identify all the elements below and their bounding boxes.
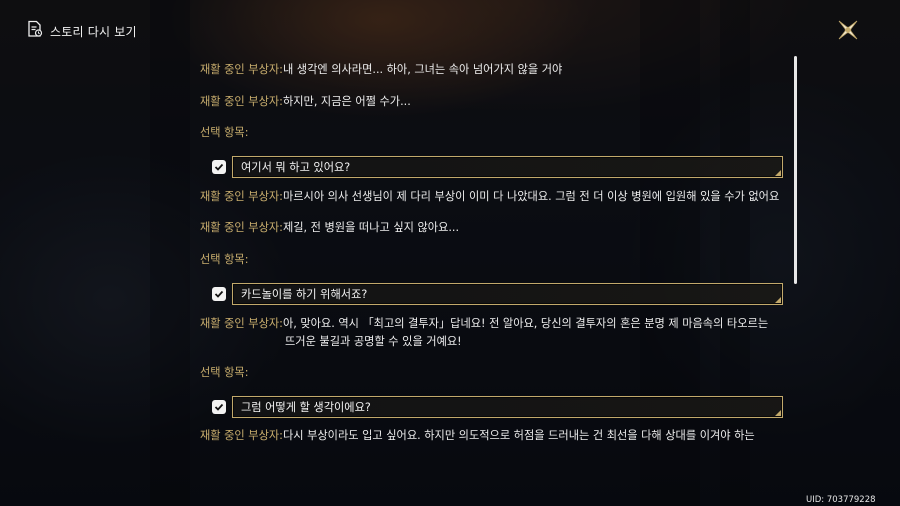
checkmark-icon bbox=[214, 403, 224, 411]
scrollbar[interactable] bbox=[794, 56, 797, 284]
corner-accent bbox=[775, 170, 781, 176]
choice-box[interactable]: 그럼 어떻게 할 생각이에요? bbox=[232, 396, 783, 418]
dialogue-text: 아, 맞아요. 역시 「최고의 결투자」답네요! 전 알아요, 당신의 결투자의… bbox=[282, 317, 769, 330]
close-x-icon bbox=[838, 20, 858, 40]
corner-accent bbox=[775, 297, 781, 303]
checkmark-icon bbox=[214, 290, 224, 298]
speaker-name: 재활 중인 부상자: bbox=[200, 63, 283, 76]
speaker-name: 재활 중인 부상자: bbox=[200, 221, 283, 234]
choice-label: 선택 항목: bbox=[200, 253, 249, 266]
story-log[interactable]: 재활 중인 부상자:내 생각엔 의사라면... 하아, 그녀는 속아 넘어가지 … bbox=[200, 56, 790, 448]
page-title: 스토리 다시 보기 bbox=[50, 24, 137, 39]
dialogue-text: 마르시아 의사 선생님이 제 다리 부상이 이미 다 나았대요. 그럼 전 더 … bbox=[282, 190, 780, 203]
checkbox[interactable] bbox=[212, 160, 226, 174]
dialogue-text: 내 생각엔 의사라면... 하아, 그녀는 속아 넘어가지 않을 거야 bbox=[282, 63, 563, 76]
corner-accent bbox=[775, 410, 781, 416]
dialogue-text: 제길, 전 병원을 떠나고 싶지 않아요... bbox=[282, 221, 460, 234]
choice-text: 카드놀이를 하기 위해서죠? bbox=[241, 288, 368, 301]
choice-item[interactable]: 그럼 어떻게 할 생각이에요? bbox=[212, 396, 783, 418]
checkmark-icon bbox=[214, 163, 224, 171]
speaker-name: 재활 중인 부상자: bbox=[200, 95, 283, 108]
close-button[interactable] bbox=[834, 16, 862, 44]
choice-item[interactable]: 카드놀이를 하기 위해서죠? bbox=[212, 283, 783, 305]
dialogue-line: 재활 중인 부상자:내 생각엔 의사라면... 하아, 그녀는 속아 넘어가지 … bbox=[200, 61, 562, 79]
document-icon bbox=[26, 20, 44, 42]
panel-header: 스토리 다시 보기 bbox=[26, 20, 137, 42]
choice-label: 선택 항목: bbox=[200, 366, 249, 379]
choice-box[interactable]: 카드놀이를 하기 위해서죠? bbox=[232, 283, 783, 305]
dialogue-text: 하지만, 지금은 어쩔 수가... bbox=[282, 95, 411, 108]
dialogue-line: 재활 중인 부상자:마르시아 의사 선생님이 제 다리 부상이 이미 다 나았대… bbox=[200, 188, 779, 206]
choice-text: 그럼 어떻게 할 생각이에요? bbox=[241, 401, 371, 414]
choice-item[interactable]: 여기서 뭐 하고 있어요? bbox=[212, 156, 783, 178]
dialogue-line: 재활 중인 부상자:아, 맞아요. 역시 「최고의 결투자」답네요! 전 알아요… bbox=[200, 315, 768, 351]
dialogue-text: 다시 부상이라도 입고 싶어요. 하지만 의도적으로 허점을 드러내는 건 최선… bbox=[282, 429, 755, 442]
choice-label: 선택 항목: bbox=[200, 126, 249, 139]
dialogue-line: 재활 중인 부상자:하지만, 지금은 어쩔 수가... bbox=[200, 93, 411, 111]
speaker-name: 재활 중인 부상자: bbox=[200, 190, 283, 203]
speaker-name: 재활 중인 부상자: bbox=[200, 429, 283, 442]
choice-box[interactable]: 여기서 뭐 하고 있어요? bbox=[232, 156, 783, 178]
choice-text: 여기서 뭐 하고 있어요? bbox=[241, 161, 351, 174]
dialogue-line: 재활 중인 부상자:다시 부상이라도 입고 싶어요. 하지만 의도적으로 허점을… bbox=[200, 427, 755, 445]
dialogue-line: 재활 중인 부상자:제길, 전 병원을 떠나고 싶지 않아요... bbox=[200, 219, 459, 237]
speaker-name: 재활 중인 부상자: bbox=[200, 317, 283, 330]
checkbox[interactable] bbox=[212, 287, 226, 301]
dialogue-continuation: 뜨거운 불길과 공명할 수 있을 거예요! bbox=[285, 335, 462, 348]
checkbox[interactable] bbox=[212, 400, 226, 414]
uid-label: UID: 703779228 bbox=[806, 495, 876, 505]
